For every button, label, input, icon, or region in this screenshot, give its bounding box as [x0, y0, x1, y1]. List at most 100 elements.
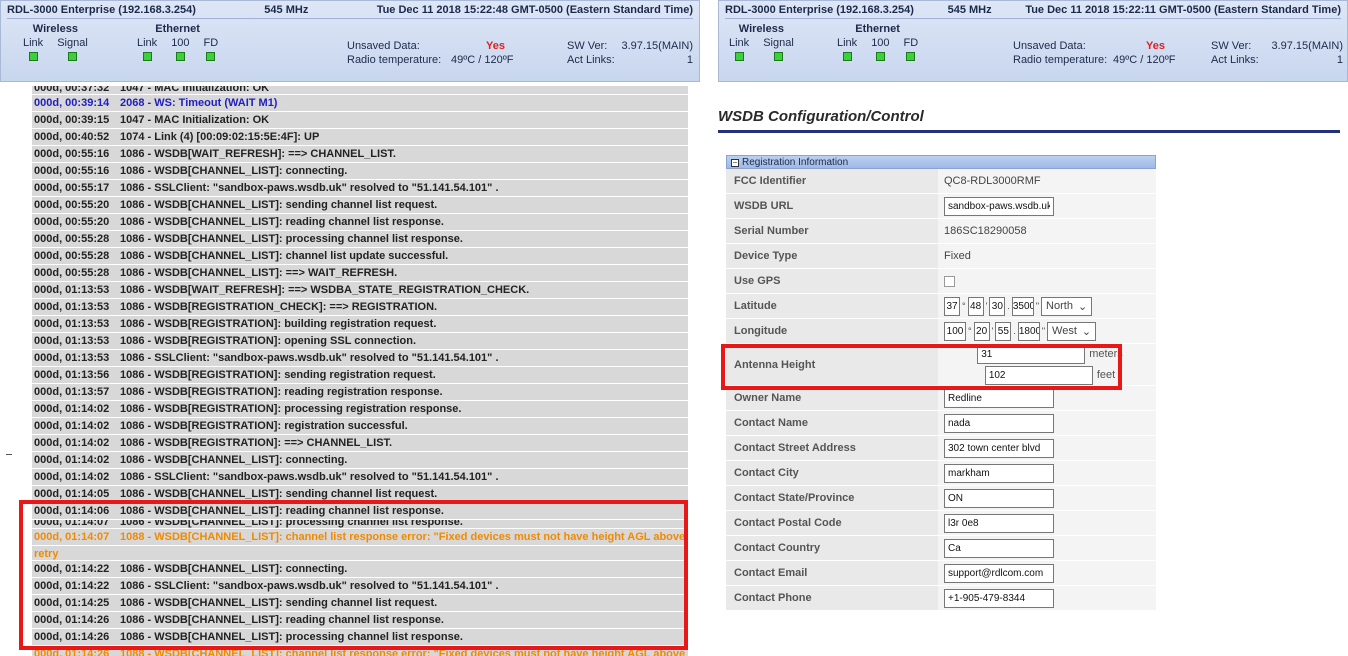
ethernet-label: Ethernet [155, 23, 200, 35]
log-time: 000d, 00:55:16 [34, 165, 110, 177]
eth-100-led [175, 52, 185, 61]
lon-deg-input[interactable] [944, 321, 966, 341]
device-type-value: Fixed [938, 244, 1156, 268]
log-time: 000d, 01:14:02 [34, 420, 110, 432]
log-message: 1086 - SSLClient: "sandbox-paws.wsdb.uk"… [120, 182, 499, 194]
log-row: 000d, 01:13:57 1086 - WSDB[REGISTRATION]:… [32, 384, 688, 401]
wireless-link-led [734, 52, 744, 61]
email-row: Contact Email [726, 561, 1156, 586]
use-gps-checkbox[interactable] [944, 275, 955, 287]
log-row: 000d, 01:14:02 1086 - WSDB[CHANNEL_LIST]:… [32, 452, 688, 469]
log-time: 000d, 01:14:02 [34, 437, 110, 449]
log-row: 000d, 00:55:16 1086 - WSDB[CHANNEL_LIST]:… [32, 163, 688, 180]
lat-sec-input[interactable] [989, 296, 1006, 316]
lon-dir-select[interactable]: West ⌄ [1047, 321, 1097, 341]
log-message: 1086 - WSDB[CHANNEL_LIST]: connecting. [120, 165, 348, 177]
latitude-label: Latitude [734, 300, 777, 312]
log-row: 000d, 00:39:15 1047 - MAC Initialization:… [32, 112, 688, 129]
eth-fd-led [206, 52, 216, 61]
eth-fd-label: FD [203, 37, 219, 49]
lat-min-input[interactable] [967, 296, 984, 316]
log-time: 000d, 01:13:53 [34, 318, 110, 330]
lon-min-input[interactable] [973, 321, 990, 341]
longitude-row: Longitude ° ' . " West⌄ [726, 319, 1156, 344]
eth-link-led [842, 52, 852, 61]
log-message: 1086 - WSDB[CHANNEL_LIST]: connecting. [120, 454, 348, 466]
wsdb-url-input[interactable] [944, 196, 1054, 216]
email-input[interactable] [944, 563, 1054, 583]
ethernet-label: Ethernet [855, 23, 900, 35]
eth-link-label: Link [137, 37, 158, 49]
act-links-label: Act Links: [1211, 54, 1259, 66]
postal-label: Contact Postal Code [734, 517, 842, 529]
log-time: 000d, 01:13:53 [34, 335, 110, 347]
log-row: 000d, 00:55:20 1086 - WSDB[CHANNEL_LIST]:… [32, 197, 688, 214]
postal-input[interactable] [944, 513, 1054, 533]
contact-name-input[interactable] [944, 413, 1054, 433]
device-type-label: Device Type [734, 250, 798, 262]
log-time: 000d, 01:14:02 [34, 454, 110, 466]
lat-dir-select[interactable]: North ⌄ [1041, 296, 1093, 316]
lon-sec-input[interactable] [995, 321, 1012, 341]
city-input[interactable] [944, 463, 1054, 483]
log-time: 000d, 00:39:15 [34, 114, 110, 126]
log-time: 000d, 00:55:20 [34, 199, 110, 211]
act-links-value: 1 [1336, 54, 1343, 66]
frequency: 545 MHz [947, 4, 992, 16]
log-time: 000d, 00:39:14 [34, 97, 110, 109]
contact-name-label: Contact Name [734, 417, 808, 429]
log-row: 000d, 00:37:32 1047 - MAC Initialization:… [32, 86, 688, 95]
unsaved-label: Unsaved Data: [1013, 40, 1086, 52]
contact-name-row: Contact Name [726, 411, 1156, 436]
log-message: 1086 - WSDB[REGISTRATION]: registration … [120, 420, 408, 432]
log-message: 2068 - WS: Timeout (WAIT M1) [120, 97, 278, 109]
eth-fd-label: FD [903, 37, 919, 49]
country-row: Contact Country [726, 536, 1156, 561]
log-time: 000d, 00:55:16 [34, 148, 110, 160]
fcc-label: FCC Identifier [734, 175, 807, 187]
fcc-value: QC8-RDL3000RMF [938, 169, 1156, 193]
chevron-down-icon: ⌄ [1077, 300, 1088, 313]
act-links-value: 1 [686, 54, 693, 66]
log-message: 1086 - WSDB[CHANNEL_LIST]: reading chann… [120, 216, 444, 228]
eth-link-label: Link [837, 37, 858, 49]
gps-label: Use GPS [734, 275, 781, 287]
country-input[interactable] [944, 538, 1054, 558]
sw-ver-label: SW Ver: [1211, 40, 1252, 52]
title-divider [718, 130, 1340, 133]
log-message: 1086 - WSDB[WAIT_REFRESH]: ==> CHANNEL_L… [120, 148, 396, 160]
unsaved-value: Yes [486, 40, 505, 52]
sw-ver-value: 3.97.15(MAIN) [1271, 40, 1343, 52]
link-label: Link [23, 37, 44, 49]
log-time: 000d, 00:37:32 [34, 86, 110, 94]
wireless-status: Wireless Link Signal [23, 23, 88, 61]
email-label: Contact Email [734, 567, 808, 579]
log-message: 1086 - SSLClient: "sandbox-paws.wsdb.uk"… [120, 352, 499, 364]
radio-temp-label: Radio temperature: [1013, 54, 1108, 66]
lat-frac-input[interactable] [1011, 296, 1034, 316]
device-title: RDL-3000 Enterprise (192.168.3.254) [725, 4, 914, 16]
serial-value: 186SC18290058 [938, 219, 1156, 243]
log-time: 000d, 01:13:56 [34, 369, 110, 381]
eth-link-led [142, 52, 152, 61]
phone-input[interactable] [944, 588, 1054, 608]
act-links-label: Act Links: [567, 54, 615, 66]
log-message: 1086 - WSDB[WAIT_REFRESH]: ==> WSDBA_STA… [120, 284, 530, 296]
datetime: Tue Dec 11 2018 15:22:11 GMT-0500 (Easte… [1025, 4, 1341, 16]
section-header[interactable]: − Registration Information [726, 155, 1156, 169]
log-time: 000d, 01:14:02 [34, 471, 110, 483]
collapse-icon[interactable]: − [731, 159, 739, 167]
log-row: 000d, 00:55:17 1086 - SSLClient: "sandbox… [32, 180, 688, 197]
city-row: Contact City [726, 461, 1156, 486]
state-input[interactable] [944, 488, 1054, 508]
log-message: 1086 - WSDB[REGISTRATION_CHECK]: ==> REG… [120, 301, 438, 313]
street-input[interactable] [944, 438, 1054, 458]
serial-label: Serial Number [734, 225, 809, 237]
log-time: 000d, 01:13:53 [34, 352, 110, 364]
log-message: 1086 - WSDB[CHANNEL_LIST]: ==> WAIT_REFR… [120, 267, 398, 279]
log-row: 000d, 01:14:02 1086 - WSDB[REGISTRATION]:… [32, 401, 688, 418]
owner-input[interactable] [944, 388, 1054, 408]
lon-frac-input[interactable] [1017, 321, 1040, 341]
log-time: 000d, 00:55:28 [34, 233, 110, 245]
lat-deg-input[interactable] [944, 296, 960, 316]
